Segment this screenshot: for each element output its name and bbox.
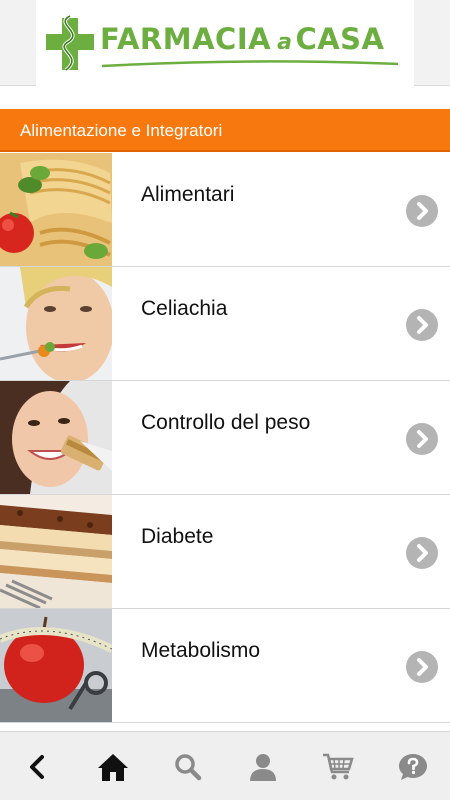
cart-icon — [322, 753, 354, 779]
back-arrow-icon — [29, 754, 44, 779]
category-list: Alimentari Celiachia Controllo del peso … — [0, 153, 450, 723]
search-icon — [174, 753, 201, 780]
bottom-nav-bar — [0, 731, 450, 800]
chevron-right-icon[interactable] — [406, 195, 438, 227]
logo-swoosh — [101, 60, 399, 68]
header-spacer — [0, 87, 450, 109]
app-header: FARMACIA a CASA — [0, 0, 450, 86]
account-button[interactable] — [225, 732, 300, 800]
category-header: Alimentazione e Integratori — [0, 109, 450, 152]
logo-wordmark: FARMACIA a CASA — [100, 22, 385, 56]
apple-tape-measure-photo — [0, 609, 112, 722]
back-button[interactable] — [0, 732, 75, 800]
item-label: Diabete — [141, 525, 214, 548]
list-item-alimentari[interactable]: Alimentari — [0, 153, 450, 267]
chevron-right-icon[interactable] — [406, 423, 438, 455]
list-item-metabolismo[interactable]: Metabolismo — [0, 609, 450, 723]
chevron-right-icon[interactable] — [406, 309, 438, 341]
woman-snack-bar-photo — [0, 381, 112, 494]
home-icon — [97, 753, 128, 781]
chevron-right-icon[interactable] — [406, 537, 438, 569]
item-label: Alimentari — [141, 183, 235, 206]
item-label: Metabolismo — [141, 639, 261, 662]
list-item-celiachia[interactable]: Celiachia — [0, 267, 450, 381]
cart-button[interactable] — [300, 732, 375, 800]
help-button[interactable] — [375, 732, 450, 800]
list-item-controllo-del-peso[interactable]: Controllo del peso — [0, 381, 450, 495]
chevron-right-icon[interactable] — [406, 651, 438, 683]
pasta-photo — [0, 153, 112, 266]
help-icon — [398, 753, 427, 780]
item-label: Celiachia — [141, 297, 228, 320]
item-label: Controllo del peso — [141, 411, 311, 434]
search-button[interactable] — [150, 732, 225, 800]
account-icon — [249, 753, 276, 781]
list-item-diabete[interactable]: Diabete — [0, 495, 450, 609]
woman-eating-photo — [0, 267, 112, 380]
farmacia-a-casa-logo[interactable]: FARMACIA a CASA — [36, 0, 414, 86]
home-button[interactable] — [75, 732, 150, 800]
pharmacy-cross-icon — [46, 14, 94, 72]
category-title: Alimentazione e Integratori — [20, 121, 223, 140]
cake-slice-photo — [0, 495, 112, 608]
